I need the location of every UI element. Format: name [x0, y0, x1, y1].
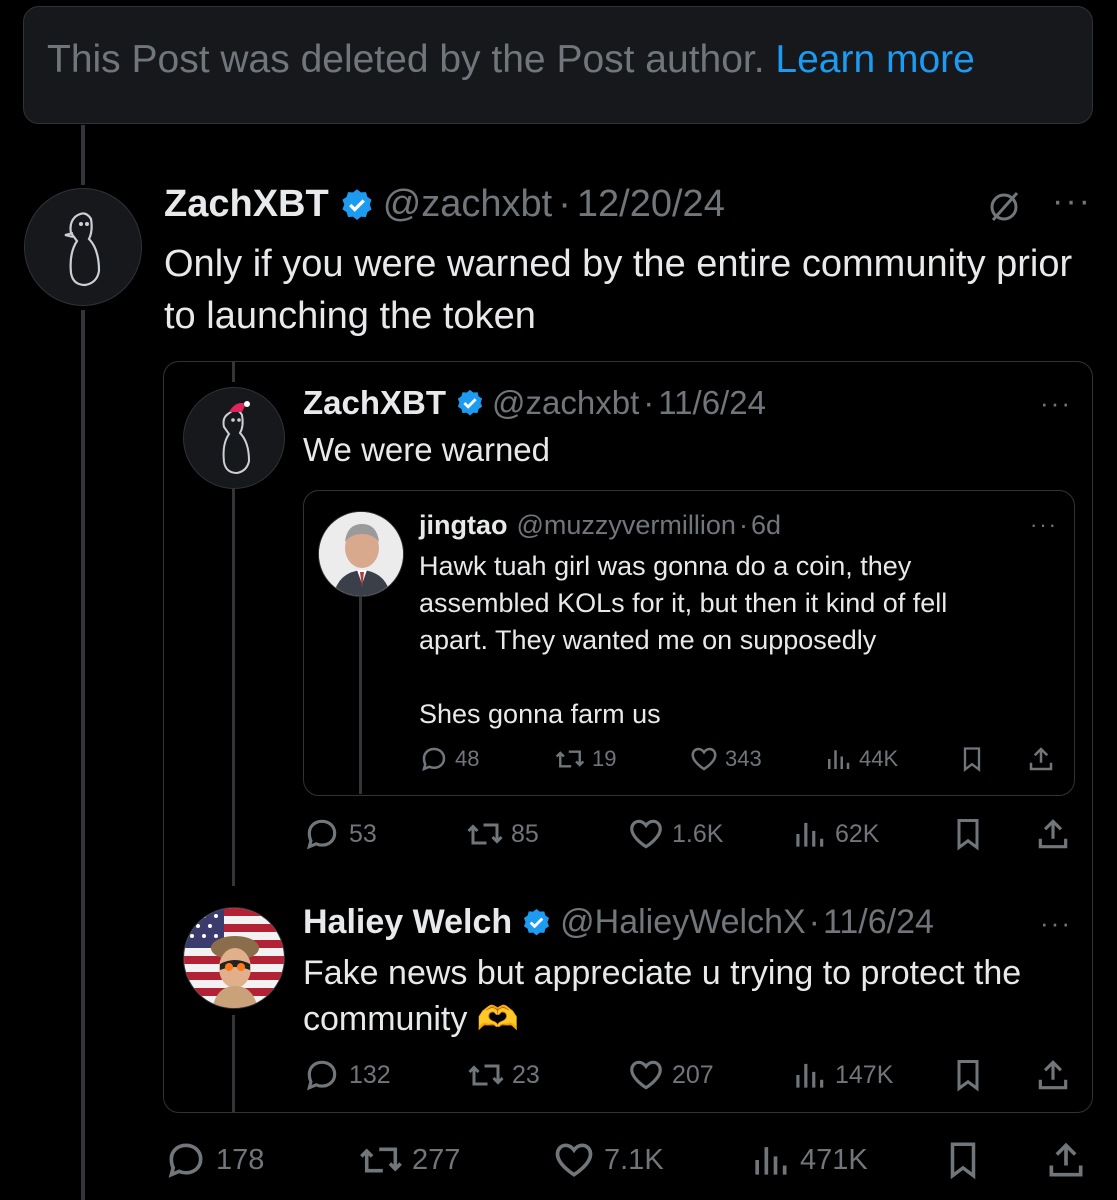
inner-quote-header: jingtao @muzzyvermillion · 6d	[419, 510, 781, 541]
share-icon	[1038, 819, 1068, 849]
author-name[interactable]: jingtao	[419, 510, 508, 541]
more-options-icon[interactable]: ···	[1040, 908, 1072, 939]
bookmark-button[interactable]	[950, 1056, 986, 1099]
bookmark-button[interactable]	[942, 1138, 984, 1187]
thread-line-quote-top	[232, 362, 235, 382]
reply-button[interactable]: 132	[303, 1056, 391, 1094]
thread-line-inner	[359, 596, 362, 794]
views-button[interactable]: 147K	[790, 1056, 893, 1094]
learn-more-link[interactable]: Learn more	[775, 38, 974, 81]
views-button[interactable]: 62K	[790, 815, 879, 853]
views-icon	[755, 1147, 787, 1175]
author-handle[interactable]: @muzzyvermillion	[517, 510, 736, 541]
heart-icon	[555, 1143, 593, 1177]
post-text: We were warned	[303, 431, 551, 468]
more-options-icon[interactable]: ···	[1052, 182, 1092, 221]
author-handle[interactable]: @zachxbt	[492, 384, 639, 422]
views-icon	[796, 822, 824, 847]
bookmark-button[interactable]	[950, 815, 986, 858]
author-name[interactable]: Haliey Welch	[303, 903, 512, 942]
like-button[interactable]: 343	[689, 744, 762, 774]
reply-icon	[306, 1060, 337, 1091]
reply-button[interactable]: 178	[164, 1138, 264, 1182]
more-options-icon[interactable]: ···	[1030, 512, 1058, 538]
like-button[interactable]: 1.6K	[627, 815, 723, 853]
reply-button[interactable]: 53	[303, 815, 377, 853]
like-button[interactable]: 207	[627, 1056, 714, 1094]
post-date[interactable]: 11/6/24	[658, 384, 766, 422]
thread-line-quote-bottom	[232, 1015, 235, 1112]
bookmark-icon	[957, 819, 979, 851]
avatar[interactable]	[318, 511, 404, 597]
repost-button[interactable]: 277	[356, 1138, 460, 1182]
avatar[interactable]	[24, 188, 142, 306]
thread-line-main	[81, 310, 85, 1200]
reply-button[interactable]: 48	[419, 744, 479, 774]
reply-icon	[306, 819, 337, 850]
repost-icon	[555, 750, 585, 768]
post-text: Hawk tuah girl was gonna do a coin, they…	[419, 551, 948, 729]
share-button[interactable]	[1044, 1138, 1088, 1187]
quote-post-header: ZachXBT @zachxbt · 11/6/24	[303, 384, 766, 422]
grok-icon[interactable]	[985, 187, 1023, 230]
post-date[interactable]: 6d	[751, 510, 781, 541]
like-button[interactable]: 7.1K	[552, 1138, 664, 1182]
share-button[interactable]	[1034, 1056, 1072, 1099]
views-icon	[796, 1063, 824, 1088]
main-post-header: ZachXBT @zachxbt · 12/20/24	[164, 183, 725, 226]
reply-icon	[168, 1143, 203, 1178]
repost-icon	[467, 823, 503, 845]
views-icon	[828, 750, 850, 769]
avatar[interactable]	[183, 387, 285, 489]
repost-icon	[468, 1064, 504, 1086]
repost-button[interactable]: 19	[553, 744, 616, 774]
more-options-icon[interactable]: ···	[1040, 388, 1072, 419]
post-text: Only if you were warned by the entire co…	[164, 243, 1073, 337]
repost-icon	[360, 1147, 402, 1173]
share-icon	[1049, 1142, 1083, 1177]
author-name[interactable]: ZachXBT	[303, 384, 446, 422]
post-date[interactable]: 11/6/24	[823, 903, 934, 942]
repost-button[interactable]: 23	[465, 1056, 540, 1094]
bookmark-icon	[957, 1060, 979, 1092]
heart-icon	[691, 747, 717, 771]
verified-badge-icon	[457, 389, 483, 416]
author-name[interactable]: ZachXBT	[164, 183, 329, 226]
reply-icon	[422, 747, 446, 772]
thread-line-quote	[232, 488, 235, 886]
penguin-santa-avatar-icon	[222, 401, 251, 475]
thread-line-top	[81, 125, 85, 185]
share-button[interactable]	[1034, 815, 1072, 858]
reply-post-header: Haliey Welch @HalieyWelchX · 11/6/24	[303, 903, 934, 942]
verified-badge-icon	[524, 908, 550, 936]
post-date[interactable]: 12/20/24	[577, 183, 725, 226]
flag-avatar-icon	[184, 908, 284, 1008]
avatar[interactable]	[183, 907, 285, 1009]
verified-badge-icon	[342, 188, 372, 220]
person-avatar-icon	[319, 512, 403, 596]
views-button[interactable]: 471K	[748, 1138, 868, 1182]
heart-icon	[630, 1060, 662, 1090]
bookmark-icon	[963, 747, 981, 772]
bookmark-icon	[950, 1142, 976, 1180]
deleted-notice-text: This Post was deleted by the Post author…	[47, 38, 975, 81]
share-button[interactable]	[1026, 744, 1056, 779]
bookmark-button[interactable]	[958, 744, 986, 779]
repost-button[interactable]: 85	[464, 815, 539, 853]
heart-icon	[630, 819, 662, 849]
author-handle[interactable]: @HalieyWelchX	[560, 903, 806, 942]
views-button[interactable]: 44K	[823, 744, 898, 774]
share-icon	[1038, 1060, 1068, 1090]
penguin-avatar-icon	[64, 212, 101, 287]
author-handle[interactable]: @zachxbt	[383, 183, 553, 226]
share-icon	[1029, 747, 1053, 771]
post-text: Fake news but appreciate u trying to pro…	[303, 954, 1022, 1038]
